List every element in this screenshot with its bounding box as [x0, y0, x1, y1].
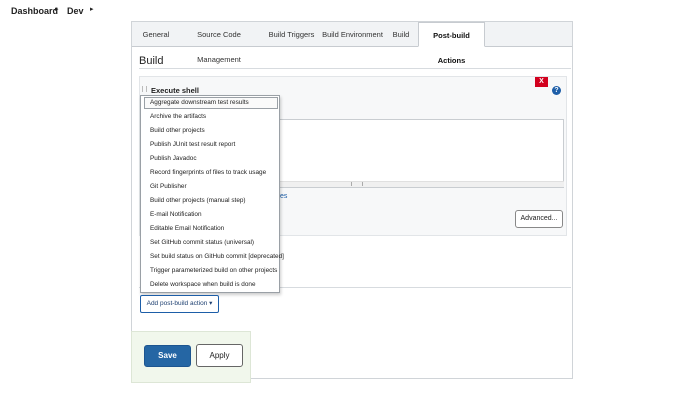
post-build-action-menu: Aggregate downstream test results Archiv…	[140, 95, 284, 293]
tab-post-build-actions[interactable]: Post-build Actions	[418, 22, 485, 65]
breadcrumb-separator-icon[interactable]: ▸	[90, 5, 94, 13]
command-textarea[interactable]	[276, 119, 564, 188]
section-title-build: Build	[139, 55, 164, 67]
breadcrumb-dev[interactable]: Dev	[67, 6, 84, 16]
horizontal-scrollbar[interactable]	[276, 181, 564, 187]
tab-general[interactable]: General	[139, 22, 173, 47]
menu-item[interactable]: Build other projects	[150, 127, 205, 134]
tab-build-environment[interactable]: Build Environment	[321, 22, 384, 47]
menu-item[interactable]: Publish Javadoc	[150, 155, 197, 162]
menu-item[interactable]: Build other projects (manual step)	[150, 197, 246, 204]
drag-handle-icon[interactable]	[142, 86, 147, 92]
breadcrumb-separator-icon[interactable]: ▸	[55, 5, 59, 13]
tab-build[interactable]: Build	[389, 22, 413, 47]
tab-build-triggers[interactable]: Build Triggers	[267, 22, 316, 47]
breadcrumb-dashboard[interactable]: Dashboard	[11, 6, 58, 16]
config-tabbar: General Source Code Management Build Tri…	[132, 22, 572, 65]
breadcrumb: Dashboard ▸ Dev ▸	[0, 0, 700, 22]
menu-item[interactable]: Set GitHub commit status (universal)	[150, 239, 254, 246]
delete-step-button[interactable]: X	[535, 77, 548, 87]
advanced-button[interactable]: Advanced...	[515, 210, 563, 228]
menu-item[interactable]: Trigger parameterized build on other pro…	[150, 267, 277, 274]
menu-item[interactable]: Delete workspace when build is done	[150, 281, 256, 288]
menu-item[interactable]: Publish JUnit test result report	[150, 141, 235, 148]
menu-item[interactable]: Set build status on GitHub commit [depre…	[150, 253, 284, 260]
menu-item[interactable]: Git Publisher	[150, 183, 187, 190]
menu-item[interactable]: E-mail Notification	[150, 211, 202, 218]
help-icon[interactable]: ?	[552, 86, 561, 95]
add-post-build-action-button[interactable]: Add post-build action ▾	[140, 295, 219, 313]
step-title: Execute shell	[151, 86, 199, 95]
env-variables-link[interactable]: es	[280, 193, 287, 200]
section-divider	[139, 68, 571, 69]
apply-button[interactable]: Apply	[196, 344, 243, 367]
menu-item[interactable]: Editable Email Notification	[150, 225, 224, 232]
scrollbar-grip-icon[interactable]	[351, 182, 363, 186]
tab-source-code-management[interactable]: Source Code Management	[177, 22, 261, 64]
menu-item[interactable]: Aggregate downstream test results	[150, 99, 249, 106]
menu-item[interactable]: Archive the artifacts	[150, 113, 206, 120]
menu-item[interactable]: Record fingerprints of files to track us…	[150, 169, 266, 176]
save-button[interactable]: Save	[144, 345, 191, 367]
